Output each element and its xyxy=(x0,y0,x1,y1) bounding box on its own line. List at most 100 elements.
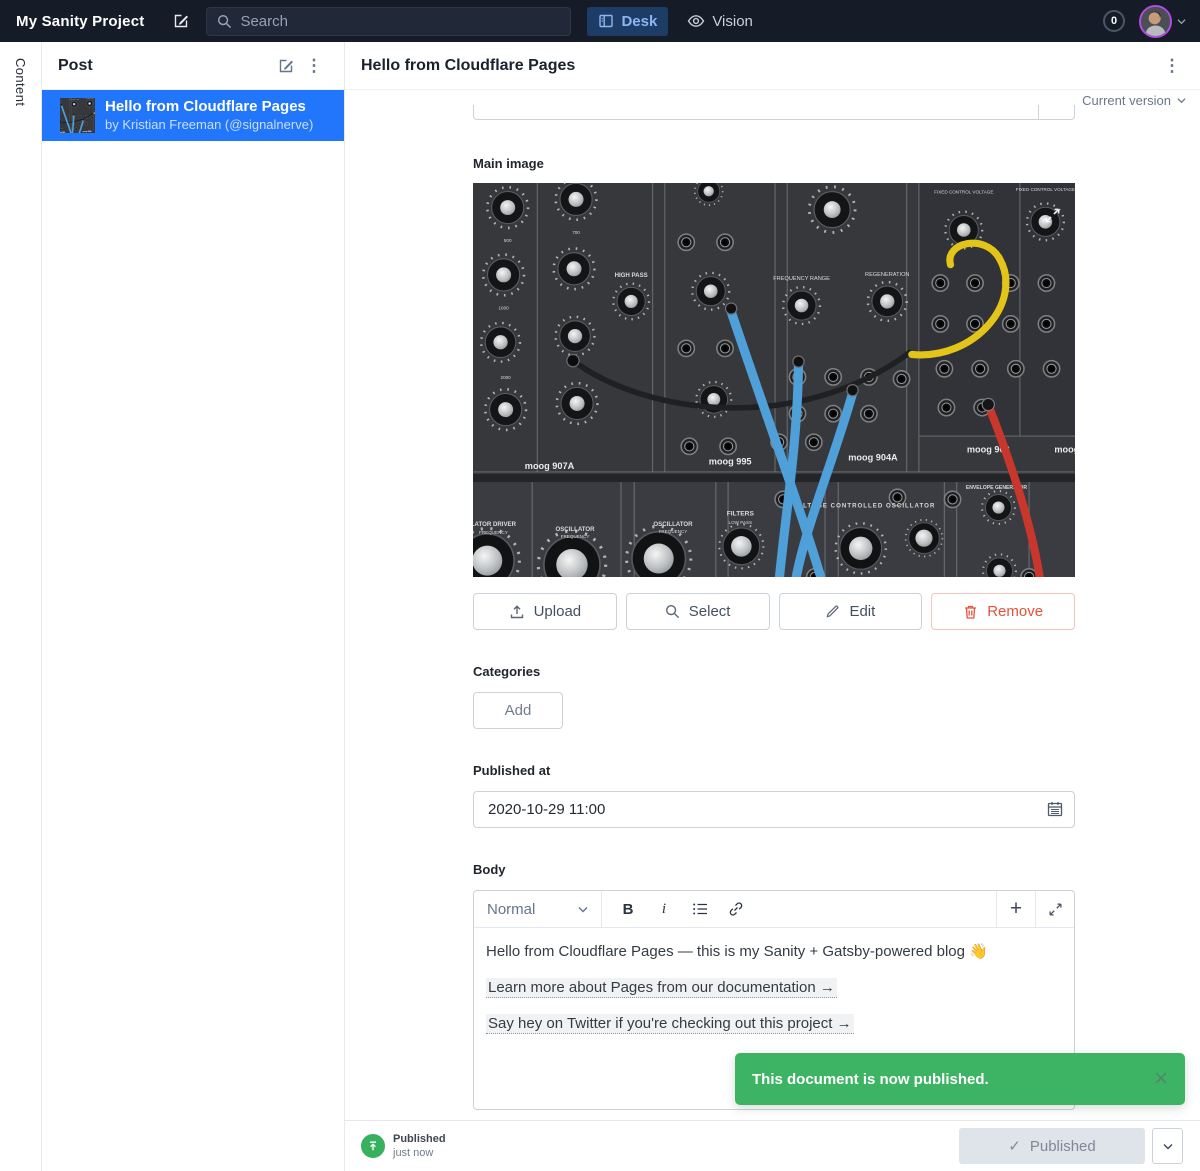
edit-button-label: Edit xyxy=(849,603,875,620)
remove-button-label: Remove xyxy=(987,603,1043,620)
tab-desk[interactable]: Desk xyxy=(587,7,668,36)
tab-desk-label: Desk xyxy=(621,13,657,30)
status-count-badge[interactable]: 0 xyxy=(1103,10,1125,32)
upload-button[interactable]: Upload xyxy=(473,593,617,630)
expand-editor-button[interactable] xyxy=(1035,891,1074,927)
editor-document-title: Hello from Cloudflare Pages xyxy=(361,57,1158,75)
compose-icon xyxy=(172,12,190,30)
format-buttons: B i xyxy=(602,891,754,927)
tab-vision-label: Vision xyxy=(712,13,753,30)
publish-arrow-icon xyxy=(367,1140,379,1152)
add-category-button[interactable]: Add xyxy=(473,692,563,729)
link-button[interactable] xyxy=(718,891,754,927)
post-item-title: Hello from Cloudflare Pages xyxy=(105,98,313,117)
body-label: Body xyxy=(473,862,1075,877)
add-category-label: Add xyxy=(505,702,532,719)
image-actions: Upload Select Edit xyxy=(473,593,1075,630)
publish-status-time: just now xyxy=(393,1146,446,1160)
search-icon xyxy=(665,604,680,619)
toast-message: This document is now published. xyxy=(752,1071,989,1088)
published-status-icon xyxy=(361,1134,385,1158)
main-image-label: Main image xyxy=(473,156,1075,171)
paragraph-style-select[interactable]: Normal xyxy=(474,891,602,927)
document-footer: Published just now ✓ Published xyxy=(345,1120,1200,1171)
user-avatar[interactable] xyxy=(1139,5,1172,38)
document-editor-pane: Hello from Cloudflare Pages ⋮ Current ve… xyxy=(345,42,1200,1171)
bullet-list-button[interactable] xyxy=(682,891,718,927)
compose-icon xyxy=(277,57,295,75)
toast-close-icon[interactable]: × xyxy=(1154,1067,1168,1091)
toolbar-spacer xyxy=(754,891,996,927)
upload-icon xyxy=(509,604,525,620)
categories-label: Categories xyxy=(473,664,1075,679)
search-input[interactable] xyxy=(206,7,571,36)
version-selector[interactable]: Current version xyxy=(1082,93,1186,108)
new-document-button[interactable] xyxy=(166,6,196,36)
overflow-menu-icon: ⋮ xyxy=(1164,57,1181,74)
image-fullscreen-icon[interactable] xyxy=(1044,207,1061,224)
publish-success-toast: This document is now published. × xyxy=(735,1053,1185,1105)
remove-button[interactable]: Remove xyxy=(931,593,1075,630)
publish-status-title: Published xyxy=(393,1132,446,1146)
body-toolbar: Normal B i xyxy=(474,891,1074,928)
publish-button-label: Published xyxy=(1030,1138,1096,1155)
publish-menu-button[interactable] xyxy=(1152,1128,1183,1164)
published-at-input[interactable] xyxy=(473,791,1075,828)
body-content[interactable]: Hello from Cloudflare Pages — this is my… xyxy=(474,928,1074,1062)
document-list-title: Post xyxy=(58,57,272,75)
publish-button[interactable]: ✓ Published xyxy=(959,1128,1145,1164)
desk-icon xyxy=(598,13,614,29)
body-paragraph: Say hey on Twitter if you're checking ou… xyxy=(486,1013,1062,1034)
eye-icon xyxy=(687,12,705,30)
editor-header: Hello from Cloudflare Pages ⋮ xyxy=(345,42,1200,90)
calendar-icon[interactable] xyxy=(1046,800,1064,818)
slug-field-divider xyxy=(1038,105,1039,119)
search-icon xyxy=(217,14,232,29)
top-navbar: My Sanity Project Desk Vision 0 xyxy=(0,0,1200,42)
trash-icon xyxy=(963,604,978,620)
content-tool-label: Content xyxy=(13,58,28,1171)
chevron-down-icon xyxy=(578,906,588,913)
content-tool-strip[interactable]: Content xyxy=(0,42,42,1171)
post-item-subtitle: by Kristian Freeman (@signalnerve) xyxy=(105,117,313,133)
chevron-down-icon xyxy=(1177,97,1186,104)
workspace: Content Post ⋮ Hello from Cloudflare Pag… xyxy=(0,42,1200,1171)
insert-block-button[interactable]: + xyxy=(996,891,1035,927)
list-item-post[interactable]: Hello from Cloudflare Pages by Kristian … xyxy=(42,90,344,141)
chevron-down-icon xyxy=(1163,1143,1173,1150)
post-item-text: Hello from Cloudflare Pages by Kristian … xyxy=(105,98,313,133)
bold-button[interactable]: B xyxy=(610,891,646,927)
project-title: My Sanity Project xyxy=(16,13,144,30)
select-button[interactable]: Select xyxy=(626,593,770,630)
user-menu-chevron[interactable] xyxy=(1177,18,1186,25)
upload-button-label: Upload xyxy=(534,603,582,620)
paragraph-style-value: Normal xyxy=(487,901,535,918)
document-list-pane: Post ⋮ Hello from Cloudflare Pages by Kr… xyxy=(42,42,345,1171)
edit-button[interactable]: Edit xyxy=(779,593,923,630)
overflow-menu-icon: ⋮ xyxy=(306,57,323,74)
tab-vision[interactable]: Vision xyxy=(676,7,764,36)
link-icon xyxy=(728,901,744,917)
search-field[interactable] xyxy=(240,13,560,30)
body-link[interactable]: Say hey on Twitter if you're checking ou… xyxy=(486,1014,854,1034)
main-image-preview[interactable] xyxy=(473,183,1075,577)
document-list-header: Post ⋮ xyxy=(42,42,344,90)
post-thumbnail xyxy=(60,98,95,133)
publish-status-text: Published just now xyxy=(393,1132,446,1161)
body-paragraph[interactable]: Hello from Cloudflare Pages — this is my… xyxy=(486,941,1062,962)
status-count: 0 xyxy=(1111,15,1117,27)
chevron-down-icon xyxy=(1177,18,1186,25)
body-link[interactable]: Learn more about Pages from our document… xyxy=(486,978,837,998)
document-menu-button[interactable]: ⋮ xyxy=(1158,52,1186,80)
slug-field-partial[interactable] xyxy=(473,105,1075,120)
check-icon: ✓ xyxy=(1008,1137,1021,1155)
document-list-menu-button[interactable]: ⋮ xyxy=(300,52,328,80)
avatar-photo xyxy=(1141,7,1170,36)
create-new-post-button[interactable] xyxy=(272,52,300,80)
published-at-label: Published at xyxy=(473,763,1075,778)
select-button-label: Select xyxy=(689,603,731,620)
italic-button[interactable]: i xyxy=(646,891,682,927)
version-label: Current version xyxy=(1082,93,1171,108)
body-paragraph: Learn more about Pages from our document… xyxy=(486,977,1062,998)
published-at-field xyxy=(473,791,1075,828)
